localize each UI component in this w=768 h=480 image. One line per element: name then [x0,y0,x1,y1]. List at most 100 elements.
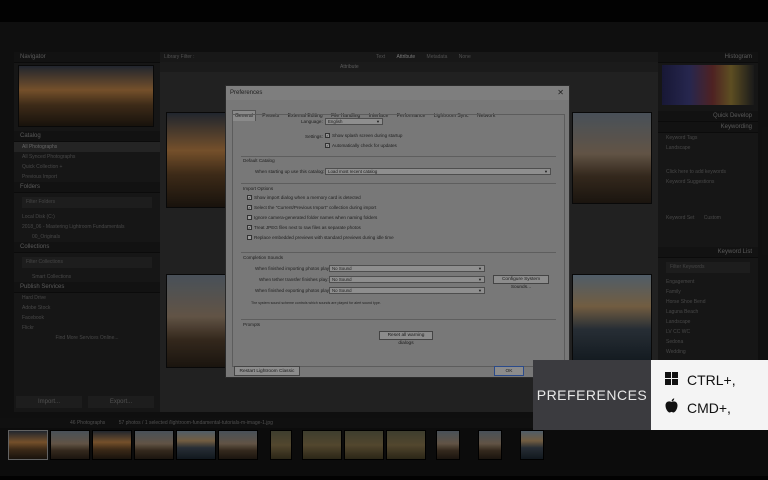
filmstrip-thumbnail[interactable] [92,430,132,460]
filmstrip-thumbnail[interactable] [176,430,216,460]
catalog-header[interactable]: Catalog [14,131,160,142]
folder-item[interactable]: 00_Originals [14,232,160,242]
catalog-item[interactable]: All Synced Photographs [14,152,160,162]
filmstrip-thumbnail[interactable] [344,430,384,460]
keyword-item[interactable]: Landscape [658,317,758,327]
filter-collections-input[interactable]: Filter Collections [22,257,152,268]
filmstrip-thumbnail[interactable] [50,430,90,460]
keyword-set-title: Keyword Set [666,215,695,221]
filmstrip-selection: 57 photos / 1 selected /lightroom-fundam… [118,420,273,426]
sound-note: The system sound scheme controls which s… [251,301,381,305]
ok-button[interactable]: OK [494,366,524,376]
shortcut-caption: PREFERENCES CTRL+, CMD+, [533,360,768,430]
keyword-tag-value[interactable]: Landscape [658,143,758,153]
collection-item[interactable]: Smart Collections [14,272,160,282]
filmstrip-thumbnail[interactable] [270,430,292,460]
filmstrip-thumbnail[interactable] [8,430,48,460]
folder-item[interactable]: 2018_06 - Mastering Lightroom Fundamenta… [14,222,160,232]
grid-thumbnail[interactable] [166,274,228,368]
collections-header[interactable]: Collections [14,242,160,253]
tether-sound-select[interactable]: No Sound ▼ [329,276,485,283]
left-panel: Navigator Catalog All Photographs All Sy… [14,52,160,412]
filmstrip-thumbnail[interactable] [478,430,502,460]
export-button[interactable]: Export... [88,396,154,408]
keyword-tags-label: Keyword Tags [666,135,698,141]
find-more-services-link[interactable]: Find More Services Online... [14,333,160,343]
filmstrip-thumbnail[interactable] [134,430,174,460]
close-icon[interactable]: ✕ [557,86,564,100]
publish-item[interactable]: Hard Drive [14,293,160,303]
catalog-item[interactable]: Previous Import [14,172,160,182]
navigator-header[interactable]: Navigator [14,52,160,63]
filmstrip-thumbnail[interactable] [218,430,258,460]
keywording-header[interactable]: Keywording [658,122,758,133]
import-sound-select[interactable]: No Sound ▼ [329,265,485,272]
filter-tab-none[interactable]: None [459,54,471,60]
filter-keywords-input[interactable]: Filter Keywords [666,262,750,273]
language-select[interactable]: English ▼ [325,118,383,125]
filmstrip-thumbnail[interactable] [436,430,460,460]
check-updates-checkbox[interactable]: ✓ Automatically check for updates [325,143,397,149]
keyword-item[interactable]: Wedding [658,347,758,357]
publish-item[interactable]: Flickr [14,323,160,333]
replace-previews-checkbox[interactable]: Replace embedded previews with standard … [247,235,394,241]
keyword-item[interactable]: Family [658,287,758,297]
filmstrip-thumbnail[interactable] [302,430,342,460]
dialog-titlebar[interactable]: Preferences ✕ [226,86,569,100]
treat-jpeg-separate-checkbox[interactable]: ✓ Treat JPEG files next to raw files as s… [247,225,361,231]
filmstrip-thumbnail[interactable] [520,430,544,460]
keyword-list-header[interactable]: Keyword List [658,247,758,258]
click-to-add-keywords[interactable]: Click here to add keywords [658,167,758,177]
import-options-title: Import Options [243,186,274,191]
checkbox-unchecked-icon [247,235,252,241]
general-pane: Language: English ▼ Settings: ✓ Show spla… [232,114,565,367]
attribute-label: Attribute [340,64,359,70]
export-sound-label: When finished exporting photos play: [255,288,331,293]
filter-tab-metadata[interactable]: Metadata [427,54,448,60]
keyword-item[interactable]: Sedona [658,337,758,347]
filter-tab-attribute[interactable]: Attribute [397,54,416,60]
grid-thumbnail[interactable] [572,274,652,366]
windows-logo-icon [663,372,679,388]
configure-sounds-button[interactable]: Configure System Sounds... [493,275,549,290]
keyword-item[interactable]: Horse Shoe Bend [658,297,758,307]
folder-item[interactable]: Local Disk (C:) [14,212,160,222]
select-current-import-checkbox[interactable]: ✓ Select the "Current/Previous Import" co… [247,205,376,211]
publish-item[interactable]: Facebook [14,313,160,323]
grid-thumbnail[interactable] [572,112,652,204]
mac-shortcut-text: CMD+, [687,400,731,416]
checkbox-checked-icon: ✓ [247,205,252,211]
grid-thumbnail[interactable] [166,112,226,208]
import-dialog-checkbox[interactable]: ✓ Show import dialog when a memory card i… [247,195,361,201]
histogram-header[interactable]: Histogram [658,52,758,63]
ignore-folder-names-checkbox[interactable]: Ignore camera-generated folder names whe… [247,215,377,221]
splash-screen-checkbox[interactable]: ✓ Show splash screen during startup [325,133,402,139]
keyword-set-value[interactable]: Custom [704,215,721,221]
keyword-item[interactable]: LV CC WC [658,327,758,337]
chevron-down-icon: ▼ [376,119,380,124]
keyword-item[interactable]: Engagement [658,277,758,287]
quick-develop-header[interactable]: Quick Develop [658,111,758,122]
library-filter-bar: Library Filter : Text Attribute Metadata… [160,52,658,62]
publish-services-header[interactable]: Publish Services [14,282,160,293]
preferences-dialog: Preferences ✕ General Presets External E… [225,85,570,378]
checkbox-label: Automatically check for updates [332,143,397,148]
import-button[interactable]: Import... [16,396,82,408]
restart-lightroom-button[interactable]: Restart Lightroom Classic [234,366,300,376]
library-filter-title: Library Filter : [164,54,195,60]
checkbox-unchecked-icon [247,215,252,221]
startup-catalog-select[interactable]: Load most recent catalog ▼ [325,168,551,175]
checkbox-checked-icon: ✓ [247,195,252,201]
keyword-item[interactable]: Laguna Beach [658,307,758,317]
export-sound-select[interactable]: No Sound ▼ [329,287,485,294]
filter-tab-text[interactable]: Text [376,54,385,60]
publish-item[interactable]: Adobe Stock [14,303,160,313]
folders-header[interactable]: Folders [14,182,160,193]
checkbox-label: Show import dialog when a memory card is… [254,195,361,200]
reset-warning-dialogs-button[interactable]: Reset all warning dialogs [379,331,433,346]
filmstrip-thumbnail[interactable] [386,430,426,460]
filter-folders-input[interactable]: Filter Folders [22,197,152,208]
catalog-item[interactable]: All Photographs [14,142,160,152]
mac-shortcut: CMD+, [663,398,731,416]
catalog-item[interactable]: Quick Collection + [14,162,160,172]
